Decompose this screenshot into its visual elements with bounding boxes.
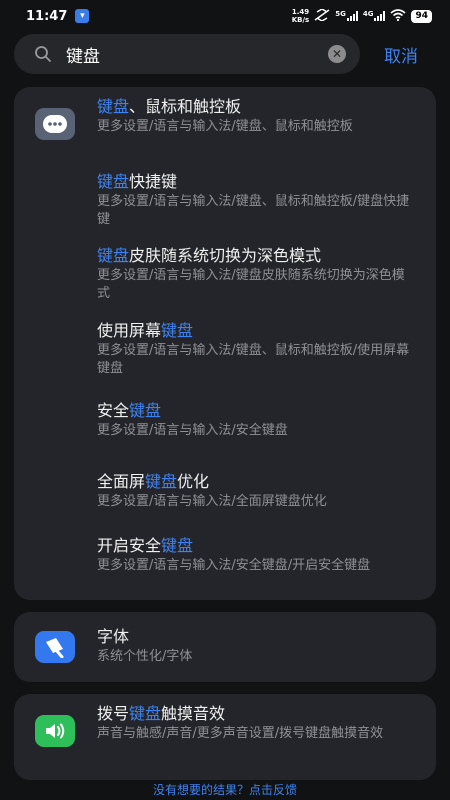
data-off-icon <box>314 7 330 24</box>
battery-icon: 94 <box>411 9 432 23</box>
signal-5g-icon: 5G <box>335 11 358 21</box>
result-path: 更多设置/语言与输入法/键盘、鼠标和触控板 <box>97 119 353 134</box>
result-item[interactable]: 字体 系统个性化/字体 <box>97 626 417 666</box>
keyboard-settings-icon <box>35 108 75 140</box>
result-path: 更多设置/语言与输入法/安全键盘 <box>97 423 288 438</box>
results-card-keyboard: 键盘、鼠标和触控板 更多设置/语言与输入法/键盘、鼠标和触控板 键盘快捷键 更多… <box>14 87 436 600</box>
result-path: 声音与触感/声音/更多声音设置/拨号键盘触摸音效 <box>97 726 384 741</box>
font-settings-icon <box>35 631 75 663</box>
results-card-sound: 拨号键盘触摸音效 声音与触感/声音/更多声音设置/拨号键盘触摸音效 <box>14 694 436 780</box>
status-icons: 1.49 KB/s 5G 4G 94 <box>291 7 432 24</box>
result-path: 更多设置/语言与输入法/键盘皮肤随系统切换为深色模式 <box>97 268 405 301</box>
status-time: 11:47 <box>26 8 68 24</box>
wifi-icon <box>390 8 406 24</box>
search-row: 键盘 ✕ 取消 <box>14 34 436 74</box>
result-title: 开启安全键盘 <box>97 536 194 555</box>
result-title: 全面屏键盘优化 <box>97 472 210 491</box>
net-speed-indicator: 1.49 KB/s <box>291 8 310 24</box>
result-title: 使用屏幕键盘 <box>97 321 194 340</box>
result-path: 更多设置/语言与输入法/键盘、鼠标和触控板/使用屏幕键盘 <box>97 343 410 376</box>
search-icon <box>34 45 52 63</box>
result-title: 键盘快捷键 <box>97 172 178 191</box>
result-item[interactable]: 键盘快捷键 更多设置/语言与输入法/键盘、鼠标和触控板/键盘快捷键 <box>97 171 417 229</box>
signal-4g-icon: 4G <box>363 11 386 21</box>
search-input[interactable]: 键盘 <box>66 42 328 67</box>
result-path: 系统个性化/字体 <box>97 649 193 664</box>
result-title: 拨号键盘触摸音效 <box>97 704 226 723</box>
result-item[interactable]: 键盘皮肤随系统切换为深色模式 更多设置/语言与输入法/键盘皮肤随系统切换为深色模… <box>97 245 417 303</box>
result-title: 安全键盘 <box>97 401 162 420</box>
feedback-link[interactable]: 没有想要的结果？点击反馈 <box>0 780 450 800</box>
result-path: 更多设置/语言与输入法/全面屏键盘优化 <box>97 494 327 509</box>
result-path: 更多设置/语言与输入法/安全键盘/开启安全键盘 <box>97 558 371 573</box>
results-card-font: 字体 系统个性化/字体 <box>14 612 436 682</box>
cancel-button[interactable]: 取消 <box>384 42 418 67</box>
result-item[interactable]: 开启安全键盘 更多设置/语言与输入法/安全键盘/开启安全键盘 <box>97 535 417 575</box>
result-item[interactable]: 键盘、鼠标和触控板 更多设置/语言与输入法/键盘、鼠标和触控板 <box>97 96 417 136</box>
result-item[interactable]: 使用屏幕键盘 更多设置/语言与输入法/键盘、鼠标和触控板/使用屏幕键盘 <box>97 320 417 378</box>
result-title: 键盘皮肤随系统切换为深色模式 <box>97 246 322 265</box>
status-bar: 11:47 ▾ 1.49 KB/s 5G 4G 94 <box>0 0 450 32</box>
result-path: 更多设置/语言与输入法/键盘、鼠标和触控板/键盘快捷键 <box>97 194 410 227</box>
result-item[interactable]: 安全键盘 更多设置/语言与输入法/安全键盘 <box>97 400 417 440</box>
result-title: 键盘、鼠标和触控板 <box>97 97 242 116</box>
clear-icon[interactable]: ✕ <box>328 45 346 63</box>
result-item[interactable]: 拨号键盘触摸音效 声音与触感/声音/更多声音设置/拨号键盘触摸音效 <box>97 703 417 743</box>
sound-settings-icon <box>35 715 75 747</box>
result-title: 字体 <box>97 627 130 646</box>
notification-app-icon: ▾ <box>75 9 90 23</box>
search-box[interactable]: 键盘 ✕ <box>14 34 360 74</box>
result-item[interactable]: 全面屏键盘优化 更多设置/语言与输入法/全面屏键盘优化 <box>97 471 417 511</box>
